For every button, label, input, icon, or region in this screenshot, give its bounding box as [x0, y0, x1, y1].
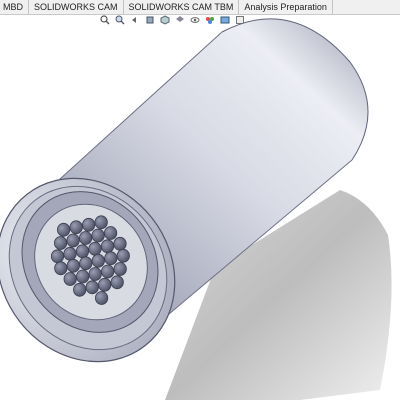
tube-end	[113, 262, 127, 276]
tube-end	[56, 222, 71, 237]
tube-end	[79, 231, 93, 245]
tube-end	[73, 282, 87, 297]
tube-end	[91, 253, 105, 268]
tube-end	[94, 215, 108, 230]
tab-solidworks-cam[interactable]: SOLIDWORKS CAM	[29, 0, 124, 14]
tab-solidworks-cam-tbm[interactable]: SOLIDWORKS CAM TBM	[124, 0, 240, 14]
tube-end	[110, 275, 124, 290]
tube-end	[50, 249, 65, 264]
tab-mbd[interactable]: MBD	[0, 0, 29, 14]
tube-end	[53, 236, 68, 250]
tube-end	[79, 256, 93, 271]
tube-end	[88, 241, 102, 256]
tube-end	[66, 258, 80, 273]
tab-analysis-preparation[interactable]: Analysis Preparation	[239, 0, 333, 14]
tube-end	[54, 261, 68, 276]
tube-end	[98, 277, 112, 292]
model-canvas	[0, 18, 392, 400]
tube-end	[88, 267, 102, 281]
tube-end	[82, 217, 96, 232]
tube-end	[85, 280, 99, 295]
tube-end	[95, 291, 109, 305]
tube-end	[69, 220, 83, 235]
tube-end	[63, 272, 77, 286]
tube-end	[104, 226, 118, 240]
tube-end	[116, 248, 130, 263]
tube-end	[66, 233, 80, 248]
tube-end	[63, 246, 77, 261]
tube-end	[113, 236, 127, 251]
tube-end	[91, 228, 105, 243]
graphics-area[interactable]	[0, 16, 400, 400]
tube-end	[104, 251, 118, 266]
tube-end	[76, 269, 90, 284]
tube-end	[100, 239, 115, 254]
tube-end	[75, 244, 90, 259]
tube-end	[101, 264, 115, 279]
command-manager-tabs: MBD SOLIDWORKS CAM SOLIDWORKS CAM TBM An…	[0, 0, 400, 15]
